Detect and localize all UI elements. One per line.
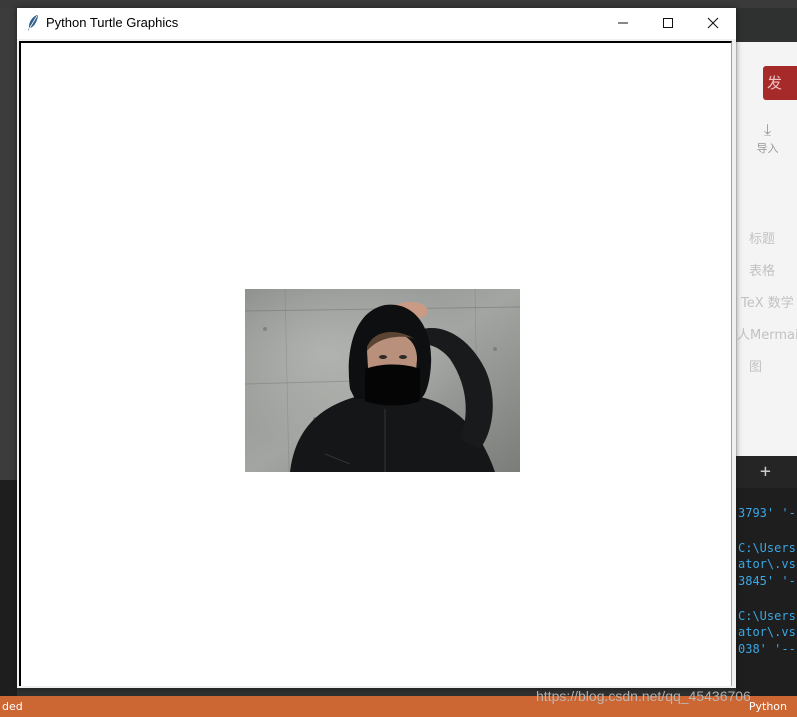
background-left-terminal <box>0 480 17 696</box>
turtle-graphics-window: Python Turtle Graphics <box>17 8 736 688</box>
background-editor-panel: 发 ⤓ 导入 标题 表格 TeX 数学 人Mermai 图 <box>736 42 797 456</box>
minimize-button[interactable] <box>600 8 646 38</box>
maximize-button[interactable] <box>645 8 691 38</box>
add-terminal-icon[interactable]: + <box>736 456 797 488</box>
window-titlebar[interactable]: Python Turtle Graphics <box>17 8 736 39</box>
close-button[interactable] <box>690 8 736 38</box>
status-left-text: ded <box>2 700 23 713</box>
terminal-line: 3793' '-- <box>738 506 797 520</box>
menu-item-diagram[interactable]: 图 <box>749 356 762 375</box>
minimize-icon <box>618 22 628 24</box>
terminal-line: 038' '-- <box>738 642 796 656</box>
terminal-line: C:\Users <box>738 541 796 555</box>
terminal-line: ator\.vsco <box>738 557 797 571</box>
background-taskbar <box>0 0 797 8</box>
close-icon <box>707 17 719 29</box>
download-icon: ⤓ <box>763 120 772 139</box>
terminal-line: 3845' '-- <box>738 574 797 588</box>
feather-icon <box>28 15 38 31</box>
menu-item-mermaid[interactable]: 人Mermai <box>737 324 797 343</box>
publish-button[interactable]: 发 <box>763 66 797 100</box>
person-in-black-hoodie-photo <box>245 289 520 472</box>
status-language[interactable]: Python <box>749 696 787 717</box>
import-button[interactable]: ⤓ 导入 <box>737 120 797 156</box>
background-terminal: + 3793' '-- C:\Users ator\.vsco 3845' '-… <box>736 456 797 696</box>
import-label: 导入 <box>756 142 779 155</box>
turtle-canvas[interactable] <box>19 41 732 686</box>
terminal-line: C:\Users <box>738 609 796 623</box>
terminal-line: ator\.vsco <box>738 625 797 639</box>
watermark-text: https://blog.csdn.net/qq_45436706 <box>536 688 751 704</box>
maximize-icon <box>663 18 673 28</box>
menu-item-tex[interactable]: TeX 数学 <box>741 292 794 311</box>
menu-item-table[interactable]: 表格 <box>749 260 775 279</box>
menu-item-heading[interactable]: 标题 <box>749 228 775 247</box>
desktop: 发 ⤓ 导入 标题 表格 TeX 数学 人Mermai 图 + 3793' '-… <box>0 0 797 717</box>
window-title: Python Turtle Graphics <box>46 15 179 30</box>
